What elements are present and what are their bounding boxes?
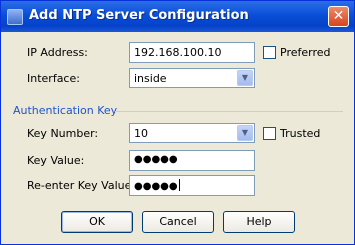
- group-divider: [115, 111, 343, 112]
- chevron-down-icon: ▼: [241, 73, 249, 82]
- close-button[interactable]: ✕: [328, 6, 349, 27]
- interface-select[interactable]: inside ▼: [129, 68, 255, 88]
- app-icon: [7, 9, 23, 25]
- key-number-value: 10: [134, 127, 148, 140]
- text-cursor: [178, 179, 180, 191]
- ip-address-field[interactable]: 192.168.100.10: [129, 42, 255, 63]
- reenter-key-value-field[interactable]: ●●●●●: [129, 175, 255, 196]
- interface-value: inside: [134, 72, 167, 85]
- cancel-button[interactable]: Cancel: [142, 211, 214, 233]
- title-bar[interactable]: Add NTP Server Configuration ✕: [1, 1, 354, 32]
- dialog-title: Add NTP Server Configuration: [29, 8, 249, 23]
- key-number-dropdown-button[interactable]: ▼: [237, 125, 253, 141]
- reenter-key-value-label: Re-enter Key Value:: [27, 179, 136, 192]
- ok-button[interactable]: OK: [61, 211, 133, 233]
- interface-dropdown-button[interactable]: ▼: [237, 70, 253, 86]
- preferred-label: Preferred: [280, 46, 331, 59]
- ntp-dialog: Add NTP Server Configuration ✕ IP Addres…: [0, 0, 355, 245]
- key-number-label: Key Number:: [27, 127, 99, 140]
- close-icon: ✕: [332, 8, 345, 24]
- key-value-label: Key Value:: [27, 154, 85, 167]
- key-number-select[interactable]: 10 ▼: [129, 123, 255, 143]
- key-value-field[interactable]: ●●●●●: [129, 150, 255, 171]
- preferred-checkbox[interactable]: [263, 46, 276, 59]
- help-button[interactable]: Help: [223, 211, 295, 233]
- interface-label: Interface:: [27, 72, 80, 85]
- reenter-key-value-text: ●●●●●: [134, 181, 178, 192]
- ip-address-label: IP Address:: [27, 46, 88, 59]
- trusted-label: Trusted: [280, 127, 321, 140]
- authentication-key-group-title: Authentication Key: [13, 104, 118, 117]
- trusted-checkbox[interactable]: [263, 127, 276, 140]
- chevron-down-icon: ▼: [241, 128, 249, 137]
